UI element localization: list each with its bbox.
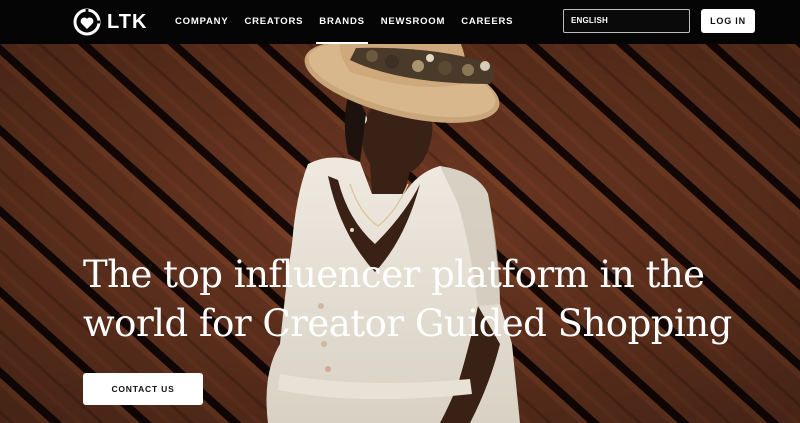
main-nav: COMPANY CREATORS BRANDS NEWSROOM CAREERS: [175, 0, 529, 44]
contact-us-button[interactable]: CONTACT US: [83, 373, 203, 405]
nav-item-careers[interactable]: CAREERS: [461, 0, 513, 44]
nav-item-brands[interactable]: BRANDS: [316, 0, 369, 44]
ltk-logo[interactable]: LTK: [73, 8, 147, 36]
hero-headline-line-2: world for Creator Guided Shopping: [83, 302, 732, 345]
language-selected-value: ENGLISH: [571, 16, 608, 25]
hero-headline-line-1: The top influencer platform in the: [83, 253, 705, 296]
nav-item-company[interactable]: COMPANY: [175, 0, 228, 44]
nav-item-newsroom[interactable]: NEWSROOM: [381, 0, 445, 44]
hero-section: The top influencer platform in the world…: [0, 44, 800, 423]
login-button[interactable]: LOG IN: [701, 9, 755, 33]
top-navigation-bar: LTK COMPANY CREATORS BRANDS NEWSROOM CAR…: [0, 0, 800, 44]
hero-headline: The top influencer platform in the world…: [83, 250, 732, 348]
brand-name: LTK: [107, 10, 148, 33]
language-select[interactable]: ENGLISH: [563, 9, 690, 33]
hero-background-image: [0, 44, 800, 423]
nav-item-creators[interactable]: CREATORS: [244, 0, 303, 44]
ltk-heart-icon: [73, 8, 101, 36]
